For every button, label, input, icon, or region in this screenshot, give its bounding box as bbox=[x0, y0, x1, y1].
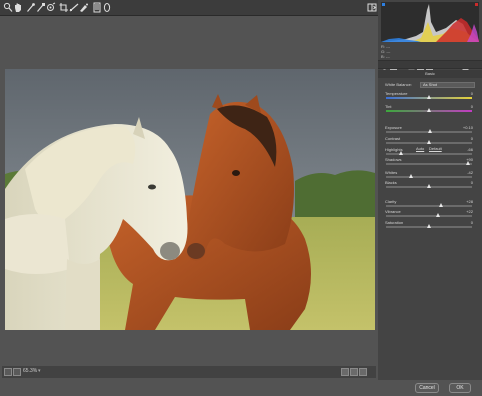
shadows-label: Shadows bbox=[385, 157, 402, 162]
clarity-value[interactable]: +28 bbox=[466, 199, 473, 204]
horses-photo bbox=[5, 69, 375, 330]
tab-detail-icon[interactable] bbox=[399, 62, 406, 74]
adjustments-panel: R: --- G: --- B: --- fx Basic White Bala… bbox=[378, 0, 482, 380]
status-bar: 65.3% ▾ bbox=[2, 366, 376, 378]
crop-tool-icon[interactable] bbox=[59, 2, 69, 13]
clarity-slider[interactable] bbox=[386, 203, 472, 207]
zoom-dropdown-icon[interactable]: ▾ bbox=[38, 367, 41, 376]
vibrance-slider-thumb[interactable] bbox=[436, 213, 441, 217]
whites-slider-thumb[interactable] bbox=[408, 174, 413, 178]
saturation-slider[interactable] bbox=[386, 224, 472, 228]
contrast-slider-thumb[interactable] bbox=[427, 140, 431, 144]
blacks-label: Blacks bbox=[385, 180, 397, 185]
tab-effects-icon[interactable]: fx bbox=[435, 62, 442, 77]
zoom-out-button[interactable] bbox=[4, 368, 12, 376]
shadows-slider-thumb[interactable] bbox=[465, 161, 470, 165]
hand-tool-icon[interactable] bbox=[13, 2, 23, 13]
tint-slider[interactable] bbox=[386, 108, 472, 112]
open-preferences-icon[interactable] bbox=[367, 2, 377, 13]
exposure-value[interactable]: +0.10 bbox=[463, 125, 473, 130]
blacks-value[interactable]: 0 bbox=[471, 180, 473, 185]
histogram bbox=[381, 2, 479, 42]
white-balance-tool-icon[interactable] bbox=[26, 2, 36, 13]
camera-raw-window: 65.3% ▾ R: --- G: --- B: --- fx bbox=[0, 0, 482, 396]
tab-presets-icon[interactable] bbox=[453, 62, 460, 74]
clarity-slider-thumb[interactable] bbox=[439, 203, 444, 207]
whites-label: Whites bbox=[385, 170, 398, 175]
tab-basic-icon[interactable] bbox=[381, 62, 388, 75]
exposure-slider-thumb[interactable] bbox=[427, 129, 432, 133]
tab-split-toning-icon[interactable] bbox=[417, 62, 424, 75]
blacks-slider[interactable] bbox=[386, 184, 472, 188]
exposure-slider[interactable] bbox=[386, 129, 472, 133]
saturation-slider-thumb[interactable] bbox=[427, 224, 431, 228]
shadows-slider[interactable] bbox=[386, 161, 472, 165]
contrast-label: Contrast bbox=[385, 136, 401, 141]
vibrance-value[interactable]: +22 bbox=[466, 209, 473, 214]
preview-mode-y-button[interactable] bbox=[341, 368, 349, 376]
panel-menu-icon[interactable] bbox=[474, 62, 481, 74]
zoom-tool-icon[interactable] bbox=[3, 2, 13, 13]
auto-link[interactable]: Auto bbox=[416, 146, 424, 151]
preview-settings-button[interactable] bbox=[359, 368, 367, 376]
exposure-label: Exposure bbox=[385, 125, 402, 130]
highlights-slider-thumb[interactable] bbox=[398, 151, 403, 155]
blacks-slider-thumb[interactable] bbox=[427, 184, 431, 188]
tab-snapshots-icon[interactable] bbox=[462, 62, 469, 75]
contrast-value[interactable]: 0 bbox=[471, 136, 473, 141]
adjustment-brush-icon[interactable] bbox=[92, 2, 102, 13]
saturation-label: Saturation bbox=[385, 220, 404, 225]
straighten-tool-icon[interactable] bbox=[69, 2, 79, 13]
highlights-value[interactable]: -66 bbox=[467, 147, 473, 152]
contrast-slider[interactable] bbox=[386, 140, 472, 144]
zoom-in-button[interactable] bbox=[13, 368, 21, 376]
tint-value[interactable]: 0 bbox=[471, 104, 473, 109]
cancel-button[interactable]: Cancel bbox=[415, 383, 439, 393]
zoom-level[interactable]: 65.3% bbox=[23, 367, 37, 376]
default-link[interactable]: Default bbox=[429, 146, 442, 151]
preview-toggle-button[interactable] bbox=[350, 368, 358, 376]
target-adjustment-tool-icon[interactable] bbox=[46, 2, 56, 13]
temperature-slider-thumb[interactable] bbox=[427, 95, 431, 99]
tint-slider-thumb[interactable] bbox=[427, 108, 431, 112]
tab-tone-curve-icon[interactable] bbox=[390, 62, 397, 75]
temperature-slider[interactable] bbox=[386, 95, 472, 99]
vibrance-label: Vibrance bbox=[385, 209, 401, 214]
whites-value[interactable]: -42 bbox=[467, 170, 473, 175]
ok-button[interactable]: OK bbox=[449, 383, 471, 393]
preview-area[interactable] bbox=[2, 17, 376, 364]
temperature-label: Temperature bbox=[385, 91, 408, 96]
white-balance-select[interactable]: As Shot bbox=[420, 82, 475, 88]
temperature-value[interactable]: 0 bbox=[471, 91, 473, 96]
highlights-slider[interactable] bbox=[386, 151, 472, 155]
vibrance-slider[interactable] bbox=[386, 213, 472, 217]
whites-slider[interactable] bbox=[386, 174, 472, 178]
tab-hsl-icon[interactable] bbox=[408, 62, 415, 75]
white-balance-value: As Shot bbox=[423, 82, 438, 87]
saturation-value[interactable]: 0 bbox=[471, 220, 473, 225]
white-balance-label: White Balance: bbox=[385, 82, 412, 87]
tab-lens-icon[interactable] bbox=[426, 62, 433, 75]
section-title: Basic bbox=[378, 70, 482, 78]
radial-filter-icon[interactable] bbox=[102, 2, 112, 13]
clarity-label: Clarity bbox=[385, 199, 397, 204]
tint-label: Tint bbox=[385, 104, 392, 109]
readout-b: B: --- bbox=[381, 54, 390, 59]
panel-tabs: fx bbox=[378, 60, 482, 77]
color-sampler-tool-icon[interactable] bbox=[36, 2, 46, 13]
tab-camera-calibration-icon[interactable] bbox=[444, 62, 451, 75]
spot-removal-tool-icon[interactable] bbox=[79, 2, 89, 13]
